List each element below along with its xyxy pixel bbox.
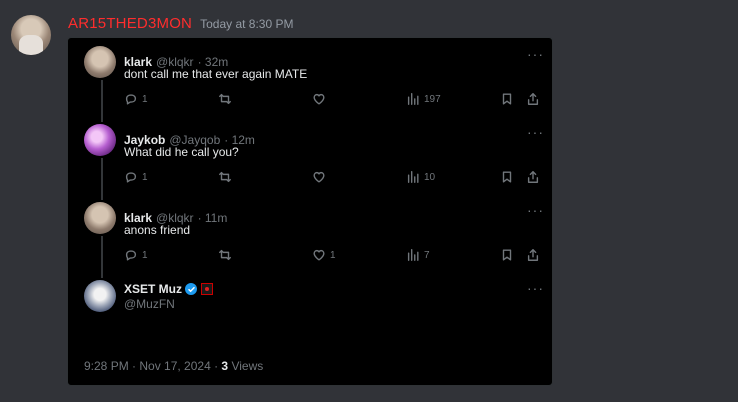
views-chart-icon (407, 249, 419, 261)
share-icon (527, 171, 539, 183)
message-timestamp: Today at 8:30 PM (200, 17, 294, 31)
views-button[interactable]: 197 (406, 92, 441, 106)
like-button[interactable] (312, 92, 330, 106)
retweet-button[interactable] (218, 170, 232, 184)
views-button[interactable]: 7 (406, 248, 430, 262)
more-options-icon[interactable]: ··· (527, 125, 544, 139)
tweet-text: What did he call you? (124, 145, 239, 159)
views-chart-icon (407, 171, 419, 183)
reply-count: 1 (142, 249, 148, 261)
like-count: 1 (330, 249, 336, 261)
tweet-avatar[interactable] (84, 280, 116, 312)
reply-button[interactable]: 1 (124, 248, 148, 262)
main-tweet[interactable]: XSET Muz @MuzFN ··· (84, 280, 544, 320)
tweet-actions: 1 197 (124, 92, 540, 108)
more-options-icon[interactable]: ··· (527, 203, 544, 217)
tweet-text: dont call me that ever again MATE (124, 67, 308, 81)
message-author[interactable]: AR15THED3MON (68, 15, 192, 32)
tweet-actions: 1 10 (124, 170, 540, 186)
views-count: 7 (424, 249, 430, 261)
tweet-actions: 1 1 7 (124, 248, 540, 264)
retweet-button[interactable] (218, 248, 232, 262)
bookmark-icon (502, 171, 512, 183)
views-label: Views (231, 359, 264, 373)
retweet-button[interactable] (218, 92, 232, 106)
tweet-avatar[interactable] (84, 124, 116, 156)
tweet-text: 😭😭 (84, 326, 124, 343)
more-options-icon[interactable]: ··· (527, 281, 544, 295)
retweet-icon (219, 249, 231, 261)
tweet-avatar[interactable] (84, 202, 116, 234)
tweet-reply[interactable]: klark @klqkr · 11m ··· anons friend 1 1 … (84, 202, 544, 272)
tweet-meta: 9:28 PM · Nov 17, 2024 · 3 Views (84, 359, 263, 373)
heart-icon (313, 93, 325, 105)
heart-icon (313, 171, 325, 183)
tweet-embed[interactable]: klark @klqkr · 32m ··· dont call me that… (67, 37, 553, 386)
message-avatar[interactable] (11, 15, 51, 55)
more-options-icon[interactable]: ··· (527, 47, 544, 61)
reply-icon (125, 250, 137, 261)
views-count: 3 (221, 359, 229, 373)
tweet-avatar[interactable] (84, 46, 116, 78)
tweet-age: · 11m (197, 211, 228, 225)
bookmark-button[interactable] (500, 92, 514, 106)
share-icon (527, 249, 539, 261)
views-chart-icon (407, 93, 419, 105)
like-button[interactable]: 1 (312, 248, 336, 262)
views-count: 10 (424, 171, 436, 183)
reply-icon (125, 94, 137, 105)
tweet-reply[interactable]: Jaykob @Jayqob · 12m ··· What did he cal… (84, 124, 544, 194)
reply-count: 1 (142, 171, 148, 183)
like-button[interactable] (312, 170, 330, 184)
reply-button[interactable]: 1 (124, 170, 148, 184)
tweet-header: XSET Muz (124, 282, 214, 296)
reply-button[interactable]: 1 (124, 92, 148, 106)
tweet-author-name[interactable]: XSET Muz (124, 282, 182, 296)
tweet-text: anons friend (124, 223, 191, 237)
reply-count: 1 (142, 93, 148, 105)
share-button[interactable] (526, 248, 540, 262)
share-icon (527, 93, 539, 105)
affiliate-badge-icon (201, 283, 214, 295)
retweet-icon (219, 93, 231, 105)
views-count: 197 (424, 93, 441, 105)
reply-icon (125, 172, 137, 183)
tweet-reply[interactable]: klark @klqkr · 32m ··· dont call me that… (84, 46, 544, 116)
bookmark-button[interactable] (500, 170, 514, 184)
bookmark-button[interactable] (500, 248, 514, 262)
share-button[interactable] (526, 170, 540, 184)
bookmark-icon (502, 249, 512, 261)
heart-icon (313, 249, 325, 261)
verified-badge-icon (185, 283, 198, 295)
message-header: AR15THED3MON Today at 8:30 PM (68, 15, 293, 32)
views-button[interactable]: 10 (406, 170, 435, 184)
bookmark-icon (502, 93, 512, 105)
tweet-author-handle: @MuzFN (124, 297, 175, 311)
share-button[interactable] (526, 92, 540, 106)
retweet-icon (219, 171, 231, 183)
tweet-date[interactable]: 9:28 PM · Nov 17, 2024 · (84, 359, 218, 373)
